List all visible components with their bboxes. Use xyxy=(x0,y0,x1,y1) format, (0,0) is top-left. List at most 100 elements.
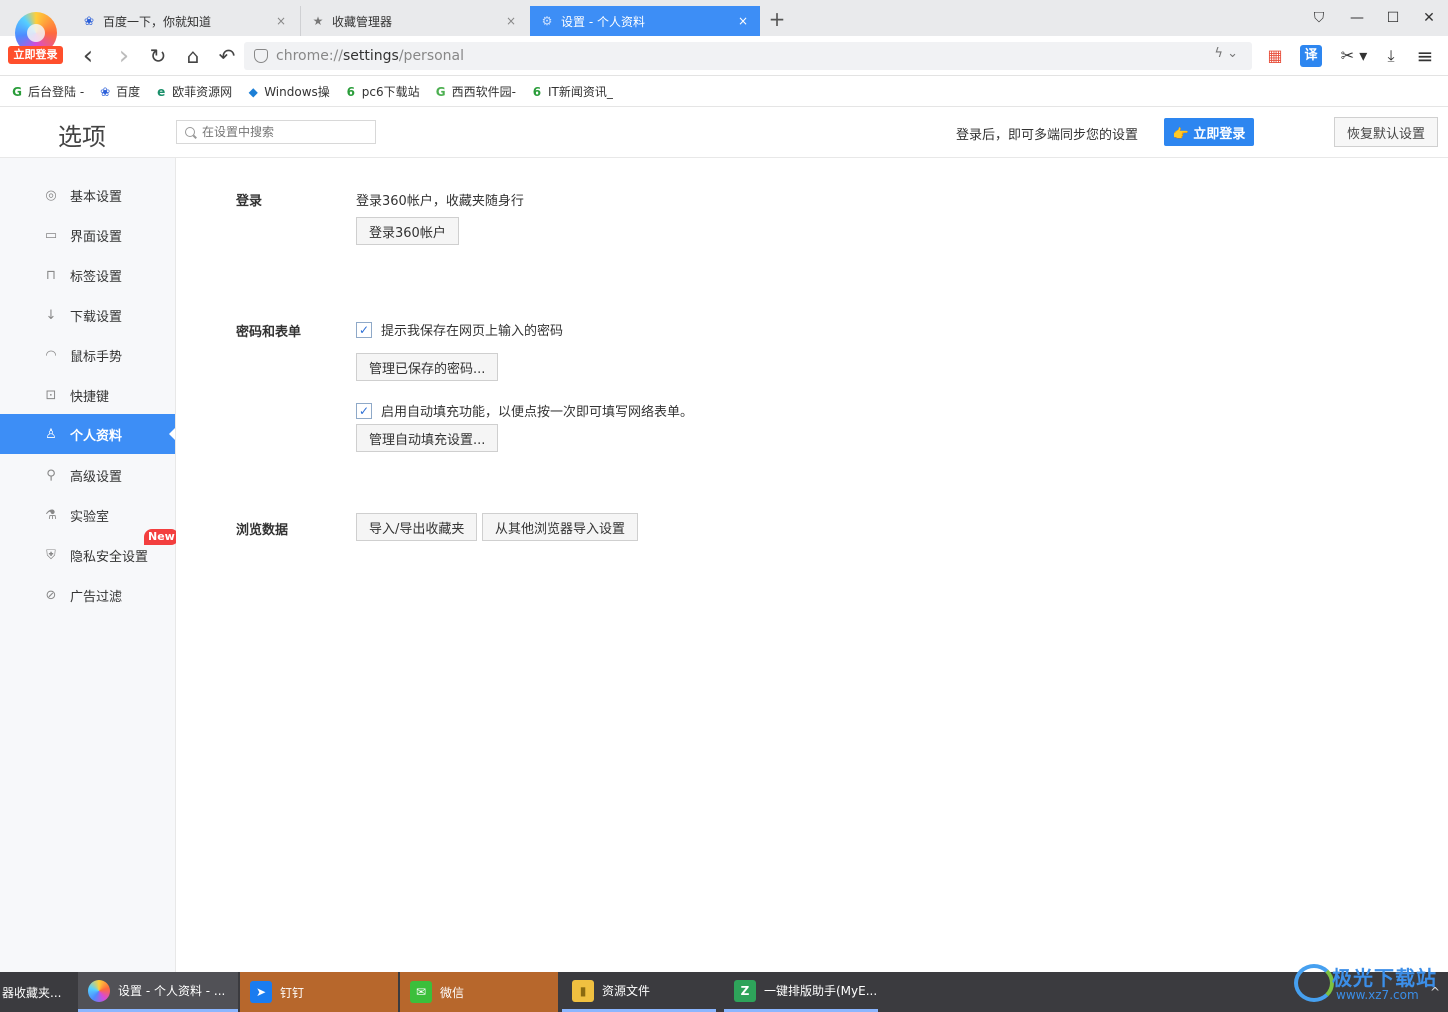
wrench-icon: ⚲ xyxy=(46,467,56,483)
taskbar-label: 设置 - 个人资料 - ... xyxy=(118,984,226,998)
sidebar-item-advanced[interactable]: ⚲ 高级设置 xyxy=(0,455,175,495)
undo-close-button[interactable]: ↶ xyxy=(215,44,239,68)
bookmark-label: 后台登陆 - xyxy=(28,85,85,99)
section-browsing-label: 浏览数据 xyxy=(236,523,289,538)
manage-autofill-button[interactable]: 管理自动填充设置... xyxy=(356,424,499,452)
restore-defaults-button[interactable]: 恢复默认设置 xyxy=(1334,117,1438,147)
save-password-option[interactable]: ✓ 提示我保存在网页上输入的密码 xyxy=(356,320,563,339)
tab-bookmark-manager[interactable]: ★ 收藏管理器 × xyxy=(300,6,528,36)
login-tag[interactable]: 立即登录 xyxy=(8,46,63,64)
tab-baidu[interactable]: ❀ 百度一下，你就知道 × xyxy=(72,6,298,36)
bookmarks-bar: G 后台登陆 - ❀ 百度 e 欧菲资源网 ◆ Windows操 6 pc6下载站 G 西西… xyxy=(0,77,1448,107)
star-icon: ★ xyxy=(312,14,324,28)
bookmark-item[interactable]: e 欧菲资源网 xyxy=(154,83,232,100)
site-favicon-icon: 6 xyxy=(532,84,542,99)
tab-title: 百度一下，你就知道 xyxy=(103,14,212,29)
autofill-option[interactable]: ✓ 启用自动填充功能，以便点按一次即可填写网络表单。 xyxy=(356,401,693,420)
bookmark-label: IT新闻资讯_ xyxy=(547,85,613,99)
url-path: /personal xyxy=(398,48,465,64)
taskbar-item-browser[interactable]: 设置 - 个人资料 - ... xyxy=(78,972,238,1012)
sidebar-item-label: 鼠标手势 xyxy=(70,349,123,365)
settings-search[interactable] xyxy=(176,120,376,144)
bookmark-label: pc6下载站 xyxy=(361,85,420,99)
bookmark-item[interactable]: ❀ 百度 xyxy=(98,83,140,100)
search-input[interactable] xyxy=(202,125,362,139)
manage-passwords-button[interactable]: 管理已保存的密码... xyxy=(356,353,499,381)
sidebar-item-mouse-gesture[interactable]: ◠ 鼠标手势 xyxy=(0,335,175,375)
translate-icon[interactable]: 译 xyxy=(1300,45,1322,67)
sidebar-item-privacy[interactable]: ⛨ 隐私安全设置 New xyxy=(0,529,179,575)
window-close-button[interactable]: ✕ xyxy=(1414,8,1444,30)
taskbar-item-wechat[interactable]: ✉ 微信 xyxy=(400,972,558,1012)
baidu-paw-icon: ❀ xyxy=(100,84,111,99)
360-browser-icon xyxy=(88,979,110,1002)
sidebar-item-shortcuts[interactable]: ⊡ 快捷键 xyxy=(0,375,175,415)
speed-dropdown-icon[interactable]: ϟ ⌄ xyxy=(1214,46,1238,61)
sidebar-item-label: 实验室 xyxy=(70,509,110,525)
tab-settings-personal[interactable]: ⚙ 设置 - 个人资料 × xyxy=(530,6,760,36)
shield-icon: ⛨ xyxy=(46,547,56,563)
sidebar-item-ad-filter[interactable]: ⊘ 广告过滤 xyxy=(0,575,175,615)
sync-hint: 登录后，即可多端同步您的设置 xyxy=(956,128,1139,143)
taskbar-item[interactable]: 器收藏夹... xyxy=(0,972,76,1012)
taskbar-item-folder[interactable]: ▮ 资源文件 xyxy=(562,972,716,1012)
save-password-checkbox[interactable]: ✓ xyxy=(356,321,372,338)
menu-icon[interactable]: ≡ xyxy=(1414,45,1436,67)
apps-icon[interactable]: ▦ xyxy=(1264,45,1286,67)
sidebar-item-download[interactable]: ↓ 下载设置 xyxy=(0,295,175,335)
taskbar-label: 微信 xyxy=(440,985,465,1000)
maximize-button[interactable]: ☐ xyxy=(1378,8,1408,30)
taskbar-item-myeditor[interactable]: Z 一键排版助手(MyE... xyxy=(724,972,878,1012)
section-login-label: 登录 xyxy=(236,194,263,209)
address-bar[interactable]: chrome://settings/personal ϟ ⌄ xyxy=(244,42,1252,70)
bookmark-item[interactable]: 6 pc6下载站 xyxy=(344,83,420,100)
bookmark-item[interactable]: ◆ Windows操 xyxy=(246,83,330,100)
close-icon[interactable]: × xyxy=(274,14,288,28)
wechat-icon: ✉ xyxy=(410,981,432,1003)
sidebar-item-label: 高级设置 xyxy=(70,469,123,485)
home-button[interactable]: ⌂ xyxy=(181,44,205,68)
url-scheme: chrome:// xyxy=(276,48,343,64)
settings-header: 选项 登录后，即可多端同步您的设置 👉 立即登录 恢复默认设置 xyxy=(0,107,1448,158)
import-export-bookmarks-button[interactable]: 导入/导出收藏夹 xyxy=(356,513,478,541)
sidebar-item-tabs[interactable]: ⊓ 标签设置 xyxy=(0,255,175,295)
download-icon[interactable]: ⤓ xyxy=(1380,45,1402,67)
login-now-button[interactable]: 👉 立即登录 xyxy=(1164,118,1254,146)
back-button[interactable]: ‹ xyxy=(76,43,100,69)
sidebar-item-personal[interactable]: ♙ 个人资料 xyxy=(0,414,175,454)
myeditor-icon: Z xyxy=(734,979,756,1002)
dingtalk-icon: ➤ xyxy=(250,981,272,1003)
taskbar-item-dingtalk[interactable]: ➤ 钉钉 xyxy=(240,972,398,1012)
watermark-url: www.xz7.com xyxy=(1336,988,1419,1002)
tab-icon: ⊓ xyxy=(45,267,57,283)
bookmark-item[interactable]: 6 IT新闻资讯_ xyxy=(530,83,613,100)
site-favicon-icon: ◆ xyxy=(248,84,258,99)
windows-taskbar: 器收藏夹... 设置 - 个人资料 - ... ➤ 钉钉 ✉ 微信 ▮ 资源文件… xyxy=(0,972,1448,1012)
bookmark-item[interactable]: G 西西软件园- xyxy=(434,83,516,100)
forward-button[interactable]: › xyxy=(112,43,136,69)
close-icon[interactable]: × xyxy=(736,14,750,28)
reload-button[interactable]: ↻ xyxy=(146,44,170,68)
sidebar-item-interface[interactable]: ▭ 界面设置 xyxy=(0,215,175,255)
address-url[interactable]: chrome://settings/personal xyxy=(276,48,464,64)
screenshot-icon[interactable]: ✂ ▾ xyxy=(1336,45,1372,67)
minimize-button[interactable]: — xyxy=(1342,8,1372,30)
bookmark-item[interactable]: G 后台登陆 - xyxy=(10,83,84,100)
tab-title: 收藏管理器 xyxy=(332,14,393,29)
autofill-checkbox[interactable]: ✓ xyxy=(356,402,372,419)
close-icon[interactable]: × xyxy=(504,14,518,28)
taskbar-label: 器收藏夹... xyxy=(2,985,62,1000)
new-tab-button[interactable]: + xyxy=(766,8,788,30)
navigation-toolbar: ‹ › ↻ ⌂ ↶ chrome://settings/personal ϟ ⌄… xyxy=(0,36,1448,76)
import-from-other-browser-button[interactable]: 从其他浏览器导入设置 xyxy=(482,513,639,541)
login-360-button[interactable]: 登录360帐户 xyxy=(356,217,459,245)
save-password-label: 提示我保存在网页上输入的密码 xyxy=(381,324,564,339)
skin-icon[interactable]: ⛉ xyxy=(1304,8,1334,30)
search-icon xyxy=(185,127,195,137)
site-favicon-icon: G xyxy=(435,84,446,99)
sidebar-item-basic[interactable]: ◎ 基本设置 xyxy=(0,175,175,215)
page-title: 选项 xyxy=(58,123,106,151)
sidebar-item-label: 基本设置 xyxy=(70,189,123,205)
browser-logo[interactable]: 立即登录 xyxy=(8,8,64,66)
sidebar-item-label: 快捷键 xyxy=(70,389,110,405)
